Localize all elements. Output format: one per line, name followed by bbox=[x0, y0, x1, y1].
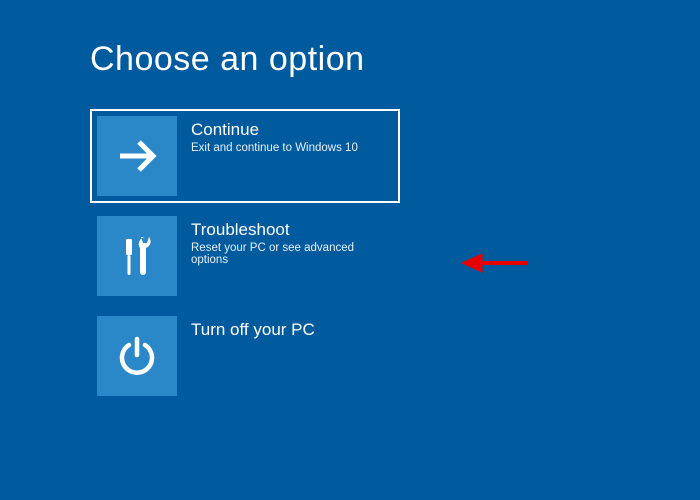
option-text: Continue Exit and continue to Windows 10 bbox=[177, 116, 358, 154]
option-turn-off[interactable]: Turn off your PC bbox=[90, 309, 400, 403]
arrow-right-icon bbox=[97, 116, 177, 196]
options-list: Continue Exit and continue to Windows 10 bbox=[90, 109, 700, 403]
option-continue[interactable]: Continue Exit and continue to Windows 10 bbox=[90, 109, 400, 203]
option-text: Troubleshoot Reset your PC or see advanc… bbox=[177, 216, 393, 266]
option-description: Exit and continue to Windows 10 bbox=[191, 142, 358, 154]
annotation-arrow-icon bbox=[460, 248, 530, 278]
option-description: Reset your PC or see advanced options bbox=[191, 242, 393, 266]
power-icon bbox=[97, 316, 177, 396]
option-label: Continue bbox=[191, 120, 358, 140]
option-troubleshoot[interactable]: Troubleshoot Reset your PC or see advanc… bbox=[90, 209, 400, 303]
tools-icon bbox=[97, 216, 177, 296]
option-label: Turn off your PC bbox=[191, 320, 315, 340]
page-title: Choose an option bbox=[90, 40, 700, 79]
option-label: Troubleshoot bbox=[191, 220, 393, 240]
option-text: Turn off your PC bbox=[177, 316, 315, 340]
boot-options-screen: Choose an option Continue Exit and conti… bbox=[0, 0, 700, 403]
